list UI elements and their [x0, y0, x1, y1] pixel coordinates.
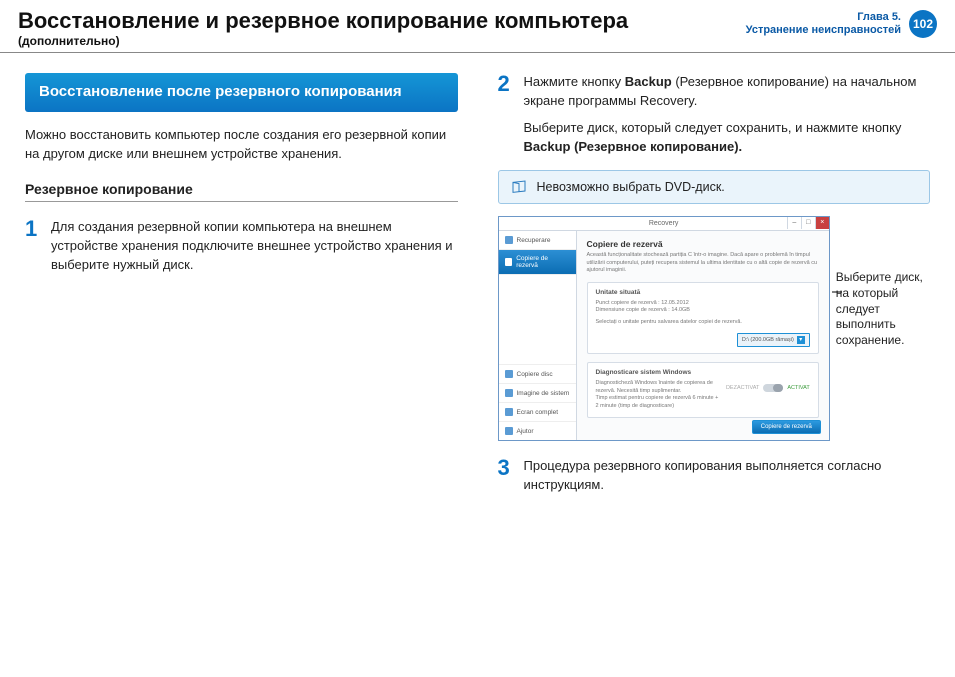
- recovery-app-window: Recovery – □ × Recuperare Copiere de rez…: [498, 216, 830, 441]
- minimize-button[interactable]: –: [787, 217, 801, 229]
- help-icon: [505, 427, 513, 435]
- chapter-line1: Глава 5.: [746, 11, 901, 24]
- panel-description: Această funcționalitate stochează partiț…: [587, 252, 819, 273]
- image-icon: [505, 389, 513, 397]
- disc-icon: [505, 370, 513, 378]
- page-number-badge: 102: [909, 10, 937, 38]
- sidebar: Recuperare Copiere de rezervă Copiere di…: [499, 231, 577, 440]
- page-title: Восстановление и резервное копирование к…: [18, 8, 628, 34]
- content-columns: Восстановление после резервного копирова…: [0, 53, 955, 519]
- step-2: 2 Нажмите кнопку Backup (Резервное копир…: [498, 73, 931, 156]
- intro-paragraph: Можно восстановить компьютер после созда…: [25, 126, 458, 164]
- recover-icon: [505, 236, 513, 244]
- step-text: Процедура резервного копирования выполня…: [524, 457, 931, 495]
- drive-dropdown[interactable]: D:\ (200.0GB rămași) ▾: [737, 333, 810, 347]
- step-number: 1: [25, 218, 41, 275]
- panel-line: Punct copiere de rezervă : 12.05.2012: [596, 300, 810, 308]
- note-icon: [509, 179, 529, 195]
- note-box: Невозможно выбрать DVD-диск.: [498, 170, 931, 204]
- screenshot-with-callout: Recovery – □ × Recuperare Copiere de rez…: [498, 216, 931, 441]
- app-footer: Copiere de rezervă: [752, 420, 821, 434]
- step-3: 3 Процедура резервного копирования выпол…: [498, 457, 931, 495]
- bold-text: Backup (Резервное копирование).: [524, 139, 743, 154]
- text: Выберите диск, который следует сохранить…: [524, 120, 902, 135]
- backup-icon: [505, 258, 513, 266]
- bold-text: Backup: [625, 74, 672, 89]
- backup-button[interactable]: Copiere de rezervă: [752, 420, 821, 434]
- sidebar-item-copy-disc[interactable]: Copiere disc: [499, 364, 576, 383]
- toggle-on-label: ACTIVAT: [787, 385, 809, 391]
- panel-line: Dimensiune copie de rezervă : 14.0GB: [596, 307, 810, 315]
- step-number: 3: [498, 457, 514, 495]
- step-number: 2: [498, 73, 514, 156]
- right-column: 2 Нажмите кнопку Backup (Резервное копир…: [498, 73, 931, 509]
- sidebar-label: Copiere disc: [517, 371, 553, 378]
- step-text: Нажмите кнопку Backup (Резервное копиров…: [524, 73, 931, 156]
- app-main: Copiere de rezervă Această funcționalita…: [577, 231, 829, 440]
- page-subtitle: (дополнительно): [18, 34, 628, 48]
- sidebar-item-fullscreen[interactable]: Ecran complet: [499, 402, 576, 421]
- title-block: Восстановление и резервное копирование к…: [18, 8, 628, 48]
- maximize-button[interactable]: □: [801, 217, 815, 229]
- step-text: Для создания резервной копии компьютера …: [51, 218, 458, 275]
- section-heading-box: Восстановление после резервного копирова…: [25, 73, 458, 112]
- chapter-line2: Устранение неисправностей: [746, 24, 901, 37]
- chapter-block: Глава 5. Устранение неисправностей 102: [746, 10, 937, 38]
- panel-line: Timp estimat pentru copiere de rezervă 6…: [596, 395, 720, 410]
- window-titlebar: Recovery – □ ×: [499, 217, 829, 231]
- panel-title: Diagnosticare sistem Windows: [596, 369, 810, 376]
- panel-line: Selectați o unitate pentru salvarea date…: [596, 319, 810, 327]
- sidebar-item-recover[interactable]: Recuperare: [499, 231, 576, 250]
- diagnostic-toggle[interactable]: [763, 384, 783, 392]
- sidebar-label: Recuperare: [517, 237, 551, 244]
- panel-heading: Copiere de rezervă: [587, 239, 819, 249]
- sidebar-label: Ajutor: [517, 428, 534, 435]
- fullscreen-icon: [505, 408, 513, 416]
- step-1: 1 Для создания резервной копии компьютер…: [25, 218, 458, 275]
- note-text: Невозможно выбрать DVD-диск.: [537, 180, 725, 194]
- sidebar-item-backup[interactable]: Copiere de rezervă: [499, 250, 576, 275]
- toggle-off-label: DEZACTIVAT: [726, 385, 759, 391]
- diagnostic-panel: Diagnosticare sistem Windows Diagnostich…: [587, 362, 819, 418]
- sidebar-item-help[interactable]: Ajutor: [499, 421, 576, 440]
- toggle-row: DEZACTIVAT ACTIVAT: [726, 384, 810, 392]
- close-button[interactable]: ×: [815, 217, 829, 229]
- drive-panel: Unitate situată Punct copiere de rezervă…: [587, 282, 819, 354]
- left-column: Восстановление после резервного копирова…: [25, 73, 458, 509]
- sidebar-label: Imagine de sistem: [517, 390, 570, 397]
- callout-text: Выберите диск, на который следует выполн…: [836, 270, 930, 348]
- drive-select-row: D:\ (200.0GB rămași) ▾: [596, 333, 810, 347]
- panel-line: Diagnosticheză Windows înainte de copier…: [596, 380, 720, 395]
- page-header: Восстановление и резервное копирование к…: [0, 0, 955, 53]
- sidebar-item-system-image[interactable]: Imagine de sistem: [499, 383, 576, 402]
- drive-value: D:\ (200.0GB rămași): [742, 337, 794, 343]
- subsection-heading: Резервное копирование: [25, 181, 458, 202]
- callout-arrow-icon: [832, 286, 844, 298]
- app-body: Recuperare Copiere de rezervă Copiere di…: [499, 231, 829, 440]
- sidebar-label: Copiere de rezervă: [516, 255, 569, 269]
- window-controls: – □ ×: [787, 217, 829, 229]
- text: Нажмите кнопку: [524, 74, 625, 89]
- callout: Выберите диск, на который следует выполн…: [836, 216, 930, 348]
- window-title: Recovery: [649, 220, 679, 227]
- chapter-text: Глава 5. Устранение неисправностей: [746, 11, 901, 37]
- chevron-down-icon: ▾: [797, 336, 805, 344]
- sidebar-label: Ecran complet: [517, 409, 559, 416]
- panel-title: Unitate situată: [596, 289, 810, 296]
